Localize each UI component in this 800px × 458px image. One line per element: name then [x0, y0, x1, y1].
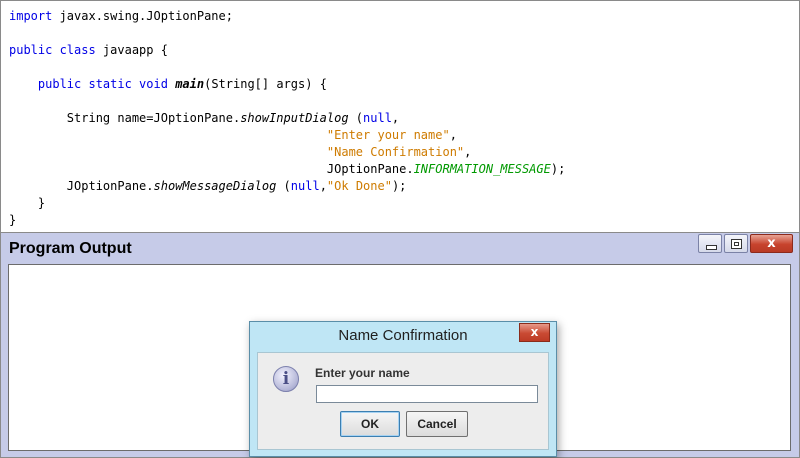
- code-token: public static void: [37, 77, 168, 91]
- code-token: showInputDialog: [240, 111, 349, 125]
- program-output-window: Program Output x Name Confirmation x i E…: [0, 232, 800, 458]
- code-token: public class: [9, 43, 96, 57]
- code-token: }: [9, 213, 17, 227]
- source-code: import javax.swing.JOptionPane; public cl…: [9, 8, 565, 229]
- code-token: );: [550, 162, 566, 176]
- output-window-title: Program Output: [9, 240, 132, 257]
- code-token: "Enter your name": [326, 128, 450, 142]
- name-confirmation-dialog: Name Confirmation x i Enter your name OK…: [249, 321, 557, 457]
- maximize-button[interactable]: [724, 234, 748, 253]
- code-line: JOptionPane.INFORMATION_MESSAGE);: [9, 161, 565, 178]
- minimize-icon: [706, 245, 717, 250]
- code-token: main: [175, 77, 205, 91]
- close-icon: x: [530, 325, 539, 339]
- code-line: import javax.swing.JOptionPane;: [9, 8, 565, 25]
- code-token: ,: [391, 111, 400, 125]
- information-icon: i: [273, 366, 299, 392]
- code-line: JOptionPane.showMessageDialog (null,"Ok …: [9, 178, 565, 195]
- close-icon: x: [767, 236, 776, 251]
- dialog-content: i Enter your name OK Cancel: [257, 352, 549, 450]
- dialog-close-button[interactable]: x: [519, 323, 550, 342]
- code-line: public class javaapp {: [9, 42, 565, 59]
- code-token: JOptionPane.: [9, 162, 414, 176]
- code-token: null: [363, 111, 392, 125]
- code-token: showMessageDialog: [153, 179, 277, 193]
- code-token: );: [391, 179, 407, 193]
- code-token: }: [9, 196, 46, 210]
- close-button[interactable]: x: [750, 234, 793, 253]
- code-line: }: [9, 212, 565, 229]
- code-line: String name=JOptionPane.showInputDialog …: [9, 110, 565, 127]
- code-token: ,: [319, 179, 327, 193]
- code-token: "Ok Done": [326, 179, 392, 193]
- code-token: INFORMATION_MESSAGE: [413, 162, 551, 176]
- code-token: String name=JOptionPane.: [9, 111, 241, 125]
- code-token: "Name Confirmation": [326, 145, 465, 159]
- code-token: JOptionPane.: [9, 179, 154, 193]
- code-line: "Name Confirmation",: [9, 144, 565, 161]
- code-token: javaapp {: [95, 43, 168, 57]
- code-editor[interactable]: import javax.swing.JOptionPane; public cl…: [0, 0, 800, 233]
- maximize-icon: [731, 239, 742, 249]
- code-token: (: [348, 111, 364, 125]
- window-controls: x: [696, 234, 793, 253]
- code-line: "Enter your name",: [9, 127, 565, 144]
- prompt-label: Enter your name: [315, 366, 410, 380]
- code-token: ,: [464, 145, 472, 159]
- code-token: javax.swing.JOptionPane;: [52, 9, 233, 23]
- minimize-button[interactable]: [698, 234, 722, 253]
- output-area: Name Confirmation x i Enter your name OK…: [8, 264, 791, 457]
- code-token: import: [9, 9, 53, 23]
- code-token: (String[] args) {: [204, 77, 327, 91]
- code-line: public static void main(String[] args) {: [9, 76, 565, 93]
- cancel-button[interactable]: Cancel: [406, 411, 468, 437]
- dialog-title: Name Confirmation: [338, 327, 468, 344]
- code-token: null: [290, 179, 320, 193]
- name-input[interactable]: [316, 385, 538, 403]
- code-token: ,: [449, 128, 457, 142]
- ok-button[interactable]: OK: [340, 411, 400, 437]
- code-token: (: [276, 179, 291, 193]
- code-line: }: [9, 195, 565, 212]
- info-glyph: i: [282, 369, 290, 389]
